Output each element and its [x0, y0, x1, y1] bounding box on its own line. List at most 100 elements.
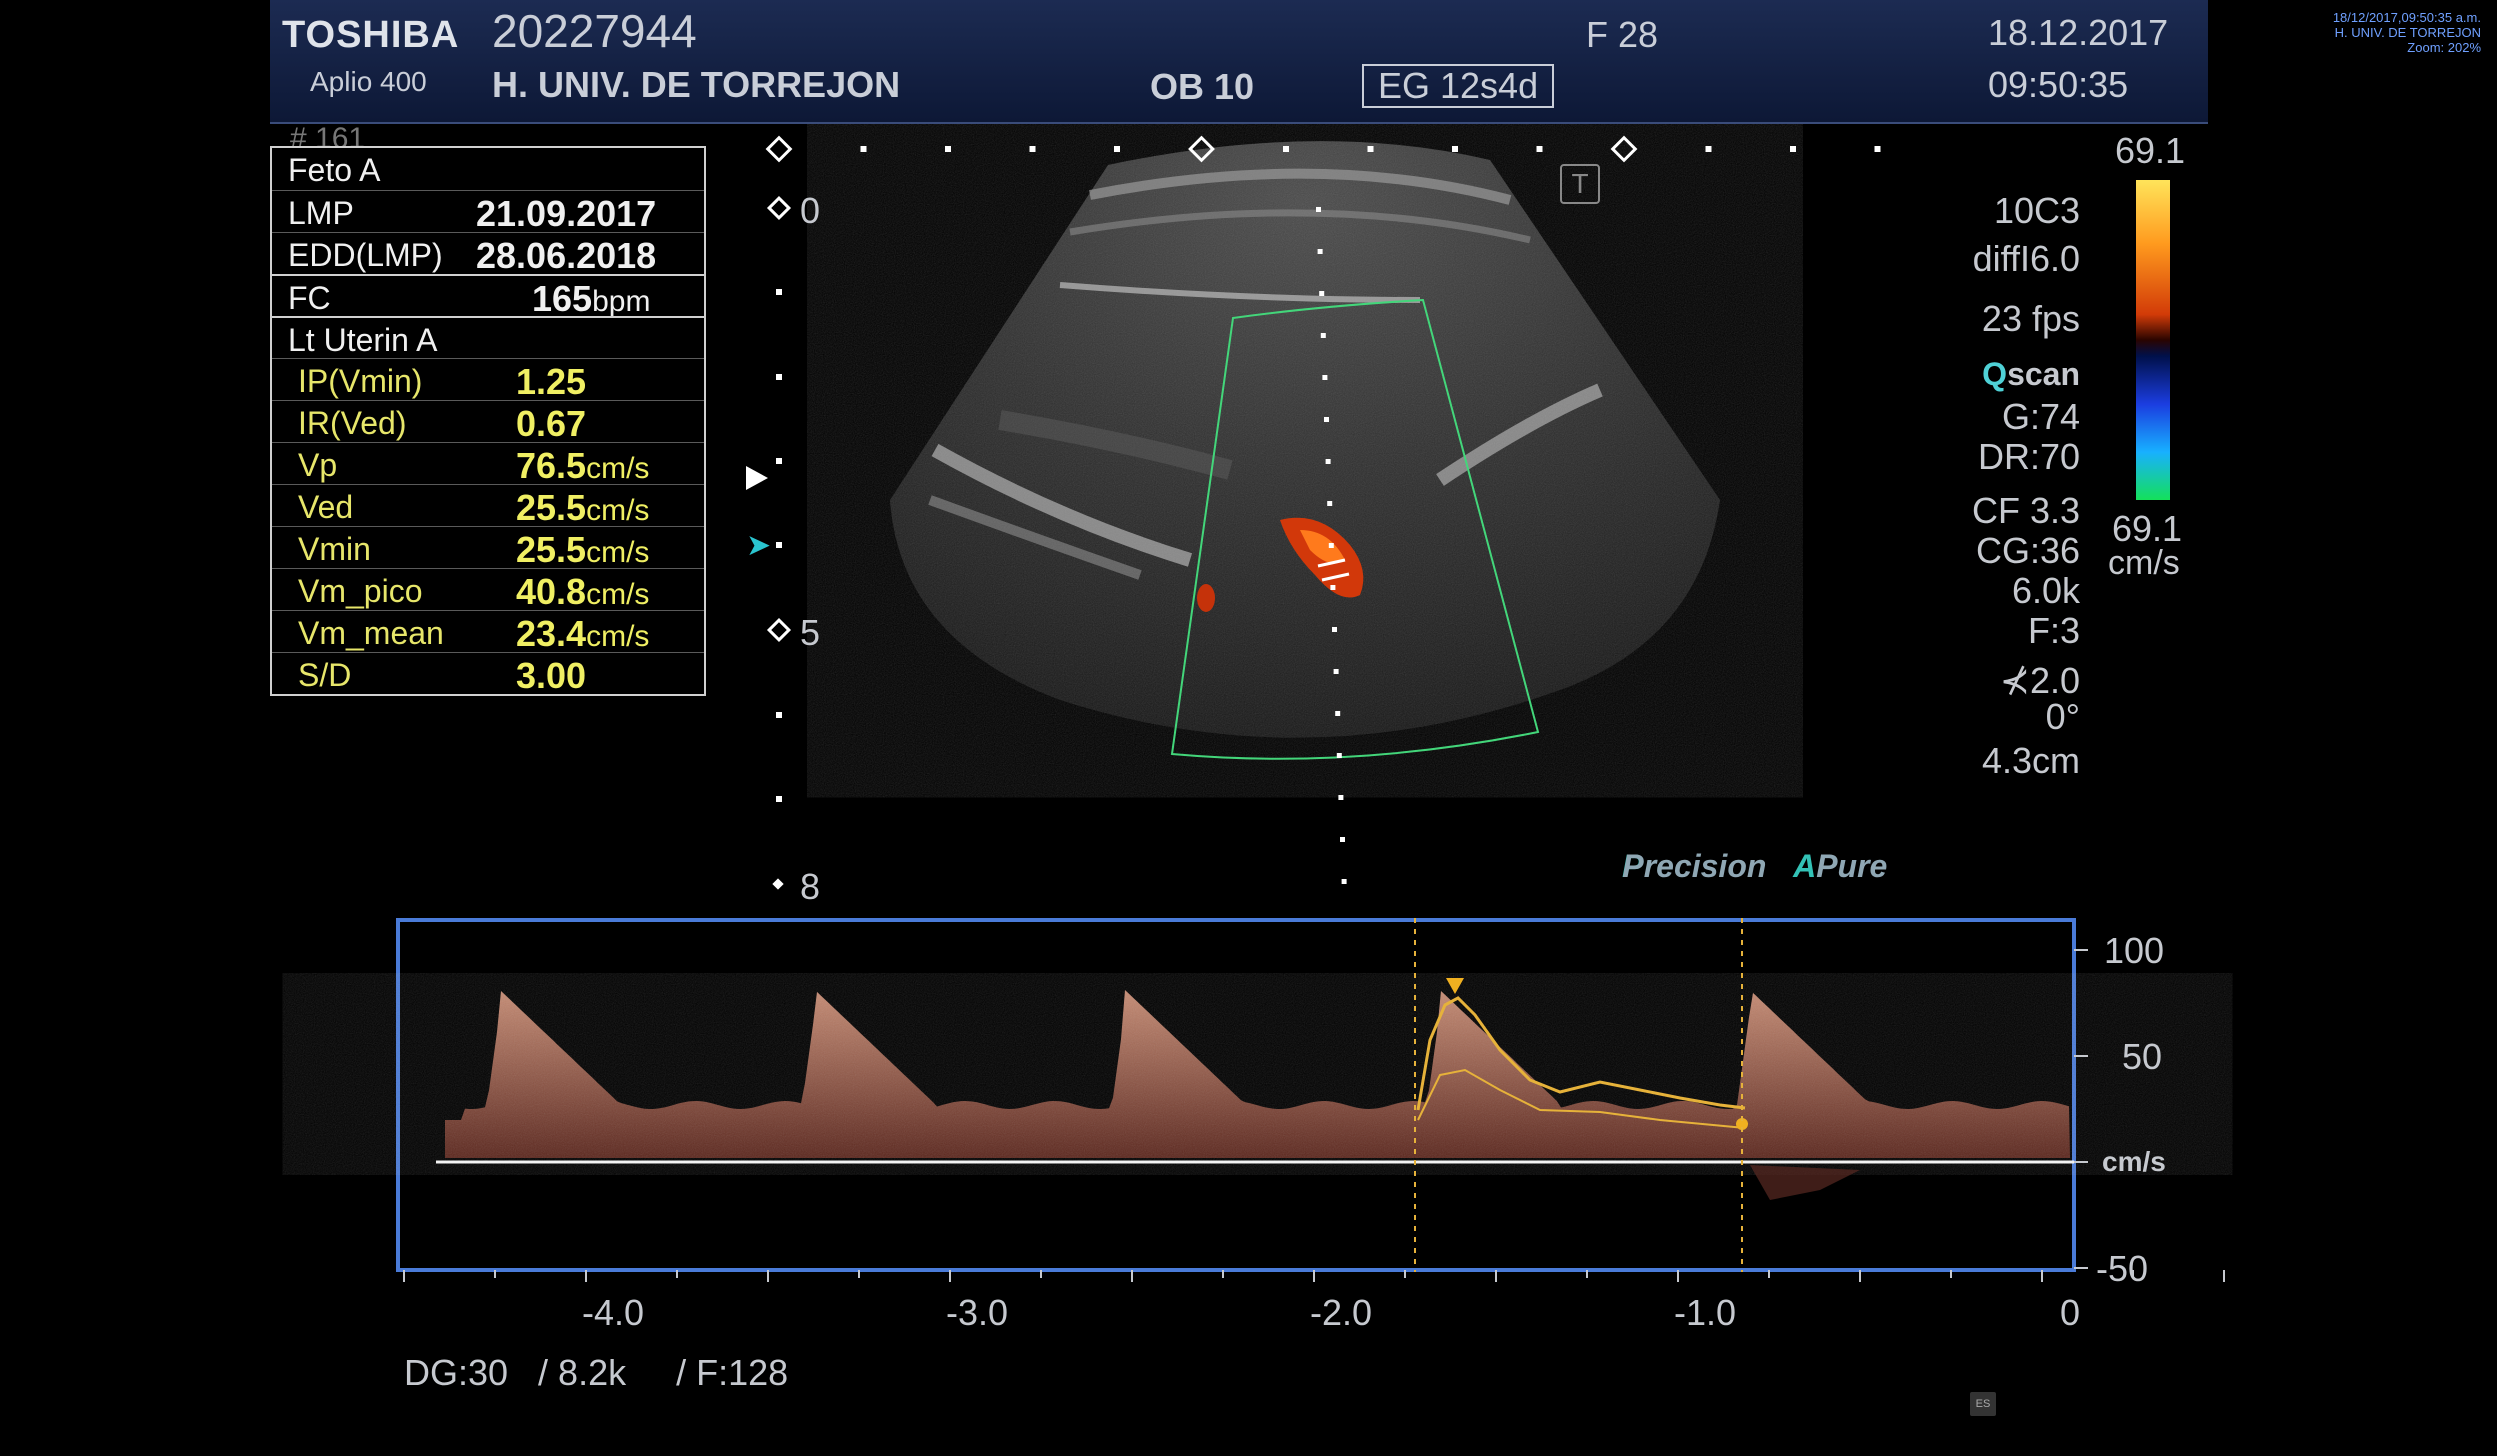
measurement-row: Vm_mean 23.4cm/s: [272, 610, 704, 655]
cursor-dot: [1340, 837, 1345, 842]
cursor-dot: [1325, 459, 1331, 464]
measurement-label: Vm_mean: [298, 615, 444, 651]
measurement-value: 3.00: [516, 655, 587, 696]
ruler-dot: [1283, 146, 1289, 152]
lmp-value: 21.09.2017: [476, 193, 657, 234]
depth-dot: [776, 374, 782, 380]
probe-mode-badge[interactable]: EG 12s4d: [1362, 64, 1555, 108]
measurement-value-group: 1.25: [516, 361, 586, 403]
patient-sex-age: F 28: [1586, 14, 1659, 55]
depth-dot: [776, 796, 782, 802]
cursor-dot: [1324, 417, 1329, 422]
measurement-row: IR(Ved) 0.67: [272, 400, 704, 445]
vessel-row: Lt Uterin A: [272, 316, 704, 358]
angle-corr-icon: ⊀: [1999, 660, 2030, 701]
ruler-diamond: [1610, 135, 1638, 163]
cursor-dot: [1333, 669, 1339, 674]
exam-date: 18.12.2017: [1988, 12, 2169, 53]
cursor-dot: [1322, 375, 1328, 380]
measurement-row: Vp 76.5cm/s: [272, 442, 704, 487]
doppler-y-unit: cm/s: [2102, 1146, 2166, 1177]
diff-param: diffI6.0: [1972, 238, 2080, 279]
measurement-value: 25.5: [516, 487, 587, 528]
cursor-dot: [1327, 501, 1333, 506]
doppler-x-label-1: -1.0: [1674, 1292, 1737, 1333]
prf-param: 6.0k: [2011, 570, 2080, 611]
measurement-unit: cm/s: [586, 536, 650, 569]
measurement-unit: cm/s: [586, 452, 650, 485]
depth-diamond: [766, 195, 792, 221]
color-bar-max: 69.1: [2115, 130, 2186, 171]
ruler-dot: [1705, 146, 1712, 152]
es-icon[interactable]: ES: [1970, 1392, 1996, 1416]
ruler-dot: [1452, 146, 1458, 152]
color-bar-unit: cm/s: [2108, 544, 2180, 582]
brand-logo: TOSHIBA: [282, 14, 460, 56]
focus-arrow-icon[interactable]: ➤: [746, 528, 771, 563]
depth-param: 4.3cm: [1981, 740, 2080, 781]
qscan-rest: scan: [2007, 356, 2080, 392]
angle-param: 0°: [2045, 696, 2080, 737]
ruler-dot: [945, 146, 951, 152]
focus-marker-icon[interactable]: [746, 466, 768, 490]
ruler-dot: [1029, 146, 1036, 152]
vessel-label: Lt Uterin A: [288, 322, 438, 358]
measurement-value: 76.5: [516, 445, 587, 486]
measurement-label: IR(Ved): [298, 405, 407, 441]
t-mark-icon[interactable]: T: [1560, 164, 1600, 204]
measurement-label: Vp: [298, 447, 338, 483]
color-velocity-bar: [2136, 180, 2170, 500]
ruler-dot: [1790, 146, 1796, 152]
measurement-unit: cm/s: [586, 620, 650, 653]
fps-param: 23 fps: [1981, 298, 2080, 339]
fc-label: FC: [288, 280, 331, 316]
qscan-q: Q: [1982, 356, 2008, 392]
measurement-row: S/D 3.00: [272, 652, 704, 697]
fc-value-group: 165bpm: [532, 278, 650, 320]
cursor-dot: [1317, 249, 1323, 254]
measurement-value-group: 40.8cm/s: [516, 571, 649, 613]
apure-text: Pure: [1816, 848, 1888, 884]
doppler-spectrum-panel[interactable]: [396, 918, 2225, 1282]
measurement-value-group: 76.5cm/s: [516, 445, 649, 487]
doppler-y-label-minus50: -50: [2096, 1248, 2149, 1289]
cursor-dot: [1328, 543, 1334, 548]
cursor-dot: [1332, 627, 1337, 632]
ruler-dot: [1367, 146, 1374, 152]
exam-preset: OB 10: [1150, 66, 1255, 107]
cursor-dot: [1336, 753, 1342, 758]
doppler-x-label-3: -3.0: [946, 1292, 1009, 1333]
measurement-value-group: 0.67: [516, 403, 586, 445]
bmode-sector: [890, 141, 1720, 738]
measurement-value-group: 23.4cm/s: [516, 613, 649, 655]
depth-dot: [776, 458, 782, 464]
ruler-diamond: [765, 135, 793, 163]
header-bar: TOSHIBA Aplio 400 20227944 H. UNIV. DE T…: [270, 0, 2208, 124]
measurement-value: 40.8: [516, 571, 587, 612]
depth-label-8: 8: [800, 866, 821, 907]
ruler-dot: [1874, 146, 1881, 152]
device-model: Aplio 400: [310, 66, 427, 97]
probe-param: 10C3: [1993, 190, 2080, 231]
doppler-x-label-0: 0: [2060, 1292, 2081, 1333]
depth-label-5: 5: [800, 612, 821, 653]
cg-param: CG:36: [1975, 530, 2080, 571]
corner-hospital: H. UNIV. DE TORREJON: [2334, 25, 2481, 40]
filter-param: F:3: [2027, 610, 2080, 651]
measurement-row: IP(Vmin) 1.25: [272, 358, 704, 403]
cursor-dot: [1338, 795, 1344, 800]
measurement-label: S/D: [298, 657, 352, 693]
edd-row: EDD(LMP) 28.06.2018: [272, 232, 704, 276]
fc-value: 165: [532, 278, 593, 319]
measurement-label: Vm_pico: [298, 573, 423, 609]
cf-param: CF 3.3: [1971, 490, 2080, 531]
ruler-dot: [1114, 146, 1120, 152]
depth-label-0: 0: [800, 190, 821, 231]
corner-info: 18/12/2017,09:50:35 a.m. H. UNIV. DE TOR…: [2333, 10, 2481, 55]
depth-diamond-8: [772, 878, 784, 890]
corner-datetime: 18/12/2017,09:50:35 a.m.: [2332, 10, 2481, 25]
doppler-y-label-100: 100: [2104, 930, 2165, 971]
precision-text: Precision: [1622, 848, 1767, 884]
measurement-value-group: 3.00: [516, 655, 586, 697]
ruler-dot: [860, 146, 867, 152]
